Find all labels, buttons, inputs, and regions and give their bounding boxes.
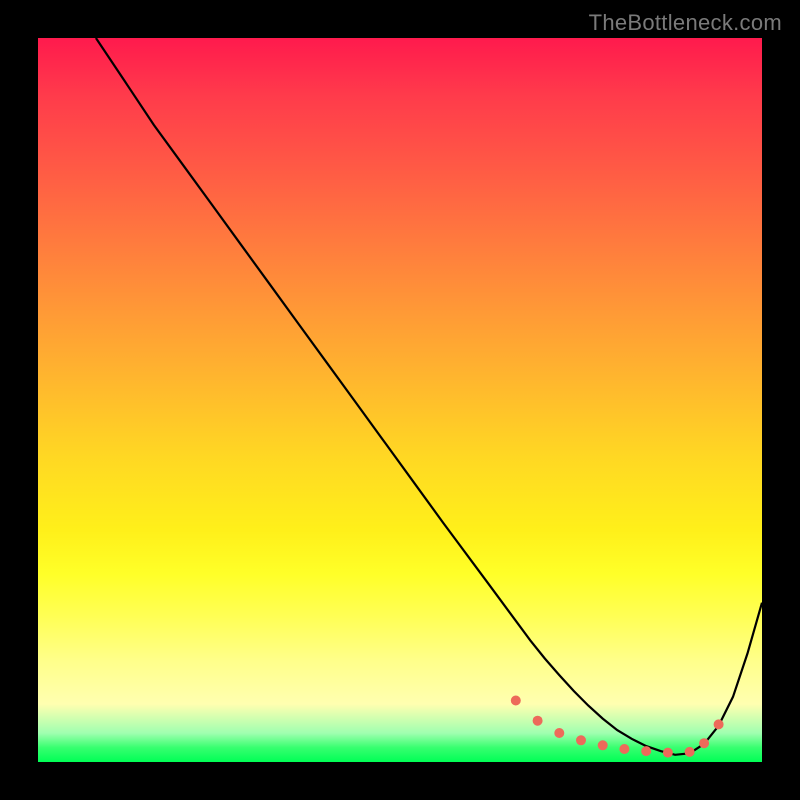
marker-dot bbox=[663, 748, 673, 758]
marker-dot bbox=[641, 746, 651, 756]
chart-svg bbox=[38, 38, 762, 762]
curve-line bbox=[96, 38, 762, 755]
marker-dot bbox=[714, 719, 724, 729]
marker-dot bbox=[533, 716, 543, 726]
watermark-text: TheBottleneck.com bbox=[589, 10, 782, 36]
plot-area bbox=[38, 38, 762, 762]
chart-frame: TheBottleneck.com bbox=[0, 0, 800, 800]
marker-dot bbox=[685, 747, 695, 757]
marker-dot bbox=[554, 728, 564, 738]
marker-dot bbox=[576, 735, 586, 745]
marker-dot bbox=[699, 738, 709, 748]
marker-dot bbox=[619, 744, 629, 754]
marker-dot bbox=[511, 696, 521, 706]
marker-group bbox=[511, 696, 724, 758]
marker-dot bbox=[598, 740, 608, 750]
